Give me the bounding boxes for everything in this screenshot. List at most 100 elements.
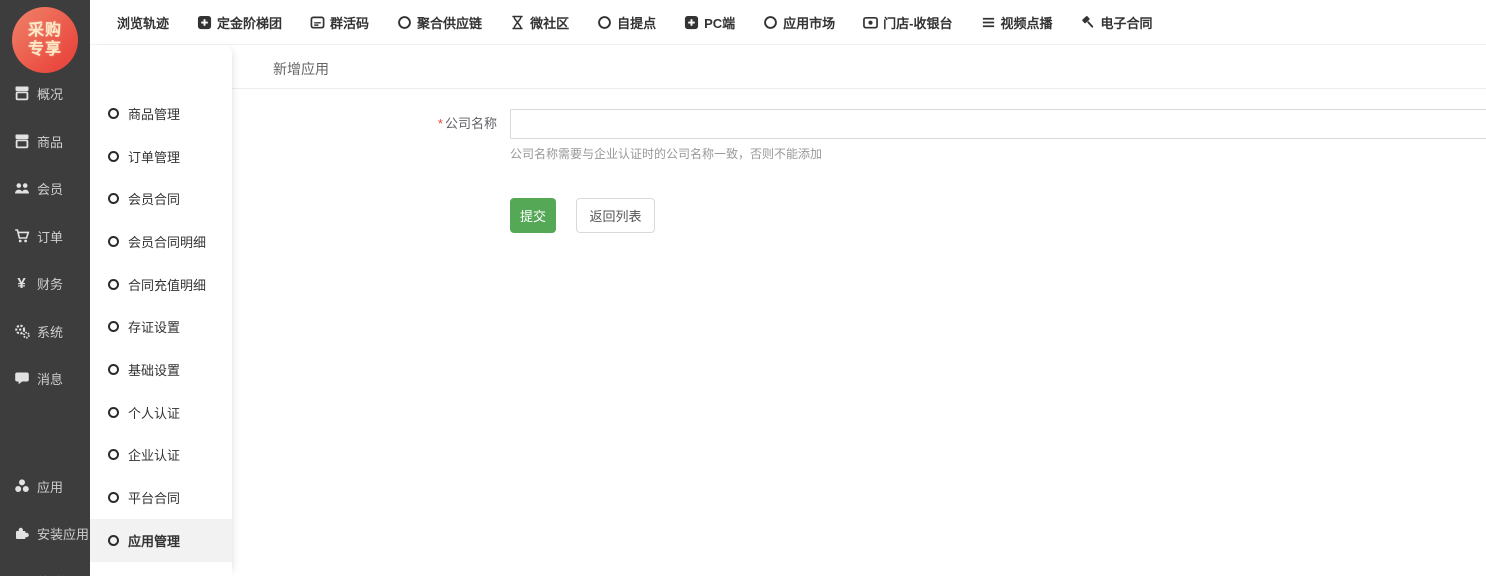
topnav-item-store-cashier[interactable]: 门店-收银台: [863, 13, 952, 32]
circle-icon: [763, 15, 778, 30]
sidebar-item-label: 系统: [37, 322, 63, 341]
submenu-item-contract-recharge-detail[interactable]: 合同充值明细: [90, 263, 232, 306]
submenu-item-label: 个人认证: [128, 403, 180, 422]
submenu-item-enterprise-auth[interactable]: 企业认证: [90, 434, 232, 477]
topnav-item-group-qr[interactable]: 群活码: [310, 13, 369, 32]
submenu-item-api-log[interactable]: API日志: [90, 562, 232, 576]
logo-line2: 专享: [28, 40, 62, 59]
company-name-label-text: 公司名称: [445, 116, 497, 131]
submenu-item-label: 应用管理: [128, 531, 180, 550]
submenu-item-personal-auth[interactable]: 个人认证: [90, 391, 232, 434]
app-screen: 采购 专享 概况 商品 会员 订单 ¥ 财务 系统 消息: [0, 0, 1486, 576]
submit-button[interactable]: 提交: [510, 198, 556, 233]
submenu-item-label: 基础设置: [128, 360, 180, 379]
submenu-item-label: 会员合同明细: [128, 232, 206, 251]
topnav-item-browse-track[interactable]: 浏览轨迹: [117, 13, 169, 32]
sidebar-item-orders[interactable]: 订单: [0, 221, 90, 251]
topnav-item-pc-side[interactable]: PC端: [684, 13, 735, 32]
topnav-item-micro-community[interactable]: 微社区: [510, 13, 569, 32]
sidebar-item-label: 安装应用: [37, 524, 89, 543]
radio-circle-icon: [108, 407, 119, 418]
topnav-item-label: 聚合供应链: [417, 13, 482, 32]
overview-box-icon: [13, 85, 30, 101]
radio-circle-icon: [108, 151, 119, 162]
sidebar-item-label: 财务: [37, 274, 63, 293]
topnav-item-label: 门店-收银台: [883, 13, 952, 32]
hourglass-icon: [510, 15, 525, 30]
sidebar-item-goods[interactable]: 商品: [0, 126, 90, 156]
primary-sidebar: 采购 专享 概况 商品 会员 订单 ¥ 财务 系统 消息: [0, 0, 90, 576]
sidebar-item-install-apps[interactable]: 安装应用: [0, 518, 90, 548]
radio-circle-icon: [108, 108, 119, 119]
sidebar-item-overview[interactable]: 概况: [0, 78, 90, 108]
sidebar-item-messages[interactable]: 消息: [0, 363, 90, 393]
panel-icon: [310, 15, 325, 30]
form-buttons: 提交 返回列表: [510, 198, 655, 233]
message-bubble-icon: [13, 370, 30, 386]
submenu-item-label: 合同充值明细: [128, 275, 206, 294]
radio-circle-icon: [108, 535, 119, 546]
topnav-item-label: 应用市场: [783, 13, 835, 32]
sidebar-item-label: 订单: [37, 227, 63, 246]
topnav-item-label: 电子合同: [1101, 13, 1153, 32]
sidebar-item-members[interactable]: 会员: [0, 173, 90, 203]
circle-icon: [597, 15, 612, 30]
topnav-item-label: PC端: [704, 13, 735, 32]
back-to-list-button[interactable]: 返回列表: [576, 198, 655, 233]
required-asterisk: *: [438, 116, 443, 131]
submenu-item-member-contract[interactable]: 会员合同: [90, 177, 232, 220]
topnav-item-app-market[interactable]: 应用市场: [763, 13, 835, 32]
topnav-item-deposit-ladder-group[interactable]: 定金阶梯团: [197, 13, 282, 32]
submenu-item-label: 存证设置: [128, 317, 180, 336]
radio-circle-icon: [108, 492, 119, 503]
radio-circle-icon: [108, 193, 119, 204]
submenu-item-basic-settings[interactable]: 基础设置: [90, 348, 232, 391]
top-navigation: 浏览轨迹 定金阶梯团 群活码 聚合供应链 微社区 自提点 PC端 应用市场: [90, 0, 1486, 45]
sidebar-item-stats[interactable]: 统计: [0, 566, 90, 576]
sidebar-item-label: 会员: [37, 179, 63, 198]
plus-square-icon: [684, 15, 699, 30]
submenu-item-member-contract-detail[interactable]: 会员合同明细: [90, 220, 232, 263]
apps-cluster-icon: [13, 478, 30, 494]
orders-cart-icon: [13, 228, 30, 244]
logo-line1: 采购: [28, 21, 62, 40]
topnav-item-label: 浏览轨迹: [117, 13, 169, 32]
submenu-item-goods-management[interactable]: 商品管理: [90, 92, 232, 135]
submenu-item-app-management[interactable]: 应用管理: [90, 519, 232, 562]
sidebar-item-system[interactable]: 系统: [0, 316, 90, 346]
topnav-item-supply-chain[interactable]: 聚合供应链: [397, 13, 482, 32]
app-logo[interactable]: 采购 专享: [12, 7, 78, 73]
radio-circle-icon: [108, 236, 119, 247]
submenu-item-label: 商品管理: [128, 104, 180, 123]
finance-yen-icon: ¥: [13, 275, 30, 291]
topnav-item-pickup-point[interactable]: 自提点: [597, 13, 656, 32]
submenu-item-platform-contract[interactable]: 平台合同: [90, 476, 232, 519]
topnav-item-video-on-demand[interactable]: 视频点播: [981, 13, 1053, 32]
circle-icon: [397, 15, 412, 30]
submenu-item-order-management[interactable]: 订单管理: [90, 135, 232, 178]
sidebar-item-label: 消息: [37, 369, 63, 388]
topnav-item-label: 自提点: [617, 13, 656, 32]
sidebar-item-finance[interactable]: ¥ 财务: [0, 268, 90, 298]
plus-square-icon: [197, 15, 212, 30]
submenu-item-deposit-cert-settings[interactable]: 存证设置: [90, 305, 232, 348]
sidebar-item-label: 概况: [37, 84, 63, 103]
goods-box-icon: [13, 133, 30, 149]
company-name-help-text: 公司名称需要与企业认证时的公司名称一致，否则不能添加: [510, 145, 822, 162]
radio-circle-icon: [108, 449, 119, 460]
submenu-item-label: 企业认证: [128, 445, 180, 464]
topnav-item-e-contract[interactable]: 电子合同: [1081, 13, 1153, 32]
submenu-item-label: 订单管理: [128, 147, 180, 166]
company-name-label: *公司名称: [232, 108, 497, 140]
sidebar-item-apps[interactable]: 应用: [0, 471, 90, 501]
sidebar-item-label: 统计: [37, 572, 63, 576]
radio-circle-icon: [108, 321, 119, 332]
system-gears-icon: [13, 323, 30, 339]
gavel-icon: [1081, 15, 1096, 30]
sidebar-item-label: 商品: [37, 132, 63, 151]
company-name-input[interactable]: [510, 109, 1486, 139]
camera-icon: [863, 15, 878, 30]
topnav-item-label: 定金阶梯团: [217, 13, 282, 32]
sidebar-item-label: 应用: [37, 477, 63, 496]
secondary-sidebar: 商品管理 订单管理 会员合同 会员合同明细 合同充值明细 存证设置 基础设置 个…: [90, 45, 232, 576]
